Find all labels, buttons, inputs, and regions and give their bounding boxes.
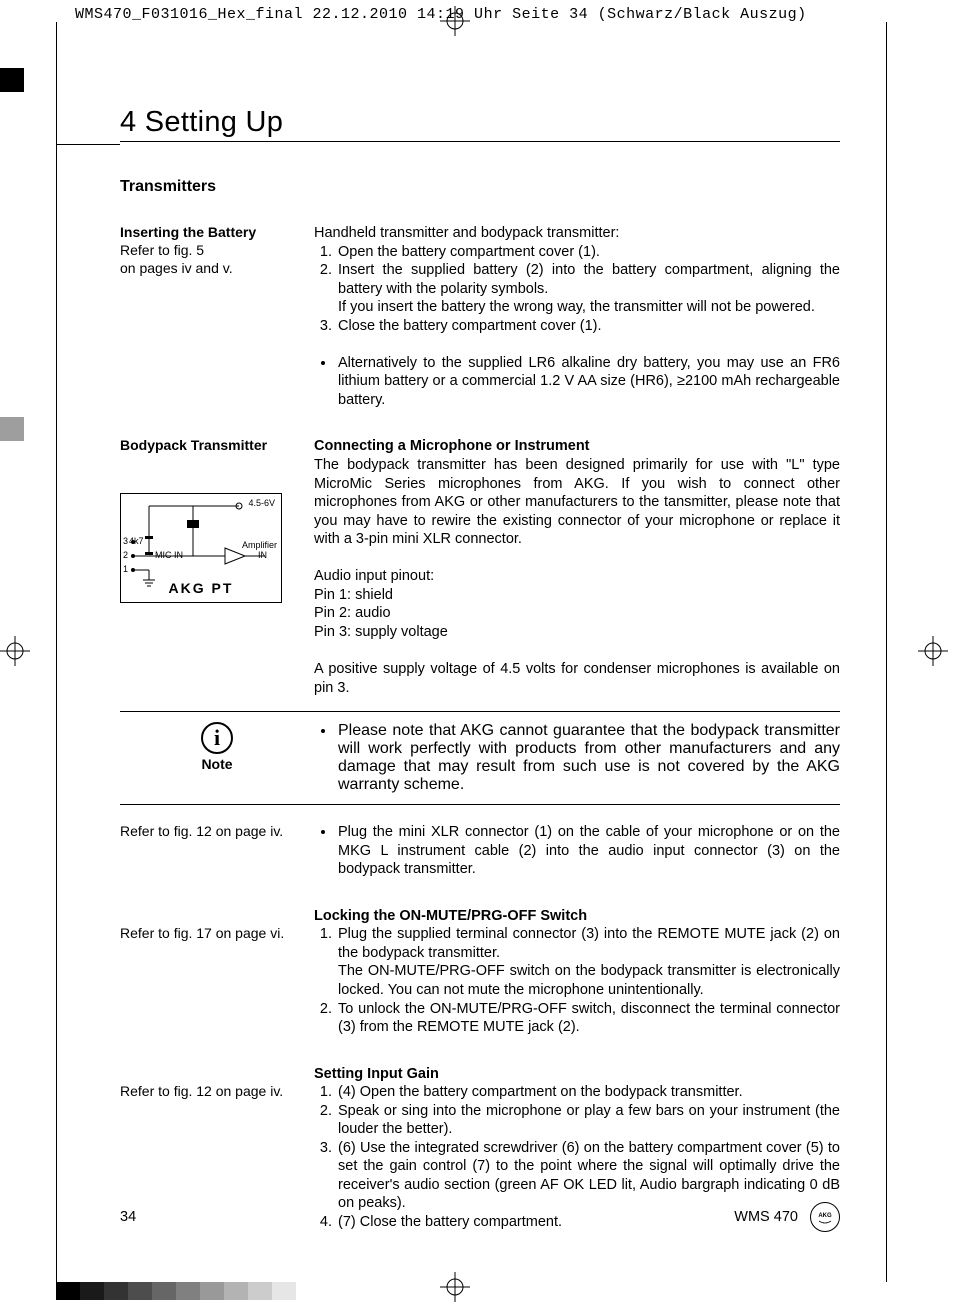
ordered-list: Plug the supplied terminal connector (3)… — [314, 925, 840, 1036]
chapter-title: 4 Setting Up — [120, 106, 840, 142]
block-bodypack: Bodypack Transmitter — [120, 437, 840, 697]
chapter-rule — [57, 144, 120, 145]
body-text: Plug the mini XLR connector (1) on the c… — [314, 823, 840, 879]
list-item: Speak or sing into the microphone or pla… — [336, 1102, 840, 1139]
diagram-label: IN — [258, 550, 267, 562]
note-box: i Note Please note that AKG cannot guara… — [120, 711, 840, 805]
list-item: To unlock the ON-MUTE/PRG-OFF switch, di… — [336, 1000, 840, 1037]
bullet-list: Please note that AKG cannot guarantee th… — [314, 722, 840, 794]
sub-heading: Locking the ON-MUTE/PRG-OFF Switch — [314, 907, 840, 926]
list-item: Plug the mini XLR connector (1) on the c… — [336, 823, 840, 879]
list-item: Please note that AKG cannot guarantee th… — [336, 722, 840, 794]
list-item: Plug the supplied terminal connector (3)… — [336, 925, 840, 999]
info-icon: i — [201, 722, 233, 754]
margin-note: Inserting the Battery Refer to fig. 5 on… — [120, 224, 314, 409]
sub-heading: Setting Input Gain — [314, 1065, 840, 1084]
body-text: Handheld transmitter and bodypack transm… — [314, 224, 840, 409]
list-item: Close the battery compartment cover (1). — [336, 317, 840, 336]
akg-logo-icon: AKG — [810, 1202, 840, 1232]
registration-mark-icon — [440, 6, 470, 36]
body-text: Connecting a Microphone or Instrument Th… — [314, 437, 840, 697]
note-label-area: i Note — [120, 722, 314, 794]
block-plug: Refer to fig. 12 on page iv. Plug the mi… — [120, 823, 840, 879]
diagram-label: 1 — [123, 564, 128, 576]
block-battery: Inserting the Battery Refer to fig. 5 on… — [120, 224, 840, 409]
manual-page: WMS470_F031016_Hex_final 22.12.2010 14:1… — [0, 0, 954, 1304]
intro-line: Handheld transmitter and bodypack transm… — [314, 224, 840, 243]
section-title: Transmitters — [120, 178, 840, 196]
list-item: Alternatively to the supplied LR6 alkali… — [336, 354, 840, 410]
diagram-label: 2 — [123, 550, 128, 562]
list-item: Insert the supplied battery (2) into the… — [336, 261, 840, 317]
diagram-label: 3 — [123, 536, 128, 548]
body-text: Locking the ON-MUTE/PRG-OFF Switch Plug … — [314, 907, 840, 1037]
registration-gray-square — [0, 417, 24, 441]
footer-model: WMS 470 AKG — [734, 1202, 840, 1232]
paragraph: The bodypack transmitter has been design… — [314, 456, 840, 549]
pinout-line: Pin 2: audio — [314, 604, 840, 623]
margin-note: Refer to fig. 12 on page iv. — [120, 823, 314, 879]
svg-text:AKG: AKG — [818, 1213, 832, 1219]
diagram-label: MIC IN — [155, 550, 183, 562]
registration-mark-icon — [440, 1272, 470, 1302]
list-item: Open the battery compartment cover (1). — [336, 243, 840, 262]
page-footer: 34 WMS 470 AKG — [120, 1202, 840, 1232]
registration-mark-icon — [0, 636, 30, 666]
registration-mark-icon — [918, 636, 948, 666]
pinout-line: Pin 3: supply voltage — [314, 623, 840, 642]
pinout-line: Pin 1: shield — [314, 586, 840, 605]
margin-heading: Bodypack Transmitter — [120, 437, 314, 455]
print-job-header: WMS470_F031016_Hex_final 22.12.2010 14:1… — [0, 0, 954, 29]
sub-heading: Connecting a Microphone or Instrument — [314, 437, 840, 456]
margin-note: Refer to fig. 17 on page vi. — [120, 907, 314, 1037]
pinout-diagram: 4.5-6V 4k7 3 2 1 MIC IN Amplifier IN AKG… — [120, 493, 282, 603]
note-body: Please note that AKG cannot guarantee th… — [314, 722, 840, 794]
list-item: (4) Open the battery compartment on the … — [336, 1083, 840, 1102]
diagram-label: 4k7 — [129, 536, 144, 548]
margin-ref: on pages iv and v. — [120, 260, 314, 278]
page-number: 34 — [120, 1209, 136, 1225]
registration-black-square — [0, 68, 24, 92]
block-lock: Refer to fig. 17 on page vi. Locking the… — [120, 907, 840, 1037]
bullet-list: Alternatively to the supplied LR6 alkali… — [314, 354, 840, 410]
crop-rule-right — [886, 22, 887, 1282]
color-calibration-bar — [56, 1282, 296, 1300]
margin-ref: Refer to fig. 5 — [120, 242, 314, 260]
crop-rule-left — [56, 22, 57, 1282]
bullet-list: Plug the mini XLR connector (1) on the c… — [314, 823, 840, 879]
margin-heading: Inserting the Battery — [120, 224, 314, 242]
pinout-heading: Audio input pinout: — [314, 567, 840, 586]
margin-note: Bodypack Transmitter — [120, 437, 314, 697]
diagram-label: 4.5-6V — [248, 498, 275, 510]
ordered-list: Open the battery compartment cover (1). … — [314, 243, 840, 336]
paragraph: A positive supply voltage of 4.5 volts f… — [314, 660, 840, 697]
note-label: Note — [201, 756, 232, 772]
diagram-brand: AKG PT — [121, 580, 281, 598]
page-content: 4 Setting Up Transmitters Inserting the … — [120, 106, 840, 1260]
